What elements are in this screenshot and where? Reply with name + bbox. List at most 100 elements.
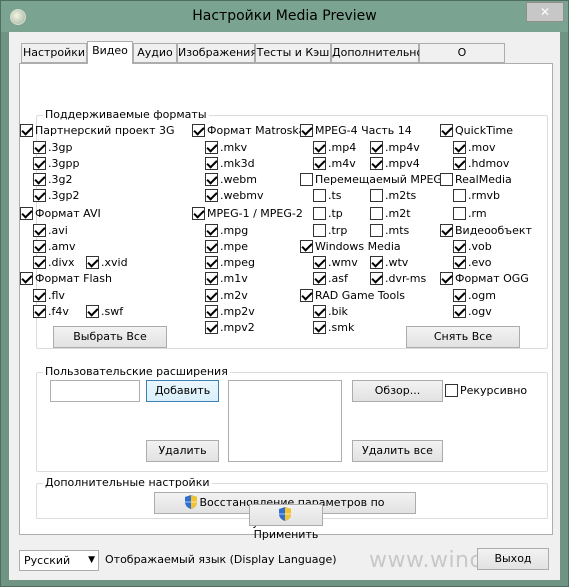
- checkbox-box[interactable]: [33, 256, 46, 269]
- format-checkbox[interactable]: .m4v: [313, 157, 356, 171]
- format-checkbox[interactable]: .divx: [33, 256, 75, 270]
- format-checkbox[interactable]: MPEG-4 Часть 14: [300, 124, 412, 138]
- checkbox-box[interactable]: [453, 256, 466, 269]
- checkbox-box[interactable]: [313, 207, 326, 220]
- checkbox-box[interactable]: [205, 173, 218, 186]
- checkbox-box[interactable]: [300, 289, 313, 302]
- checkbox-box[interactable]: [313, 157, 326, 170]
- checkbox-box[interactable]: [440, 124, 453, 137]
- format-checkbox[interactable]: Видеообъект: [440, 224, 532, 238]
- format-checkbox[interactable]: .mts: [370, 224, 409, 238]
- checkbox-box[interactable]: [205, 321, 218, 334]
- checkbox-box[interactable]: [440, 224, 453, 237]
- format-checkbox[interactable]: .ogv: [453, 305, 492, 319]
- format-checkbox[interactable]: Формат OGG: [440, 272, 529, 286]
- checkbox-box[interactable]: [300, 240, 313, 253]
- checkbox-box[interactable]: [205, 256, 218, 269]
- checkbox-box[interactable]: [205, 189, 218, 202]
- browse-button[interactable]: Обзор...: [352, 380, 443, 402]
- format-checkbox[interactable]: .mpv4: [370, 157, 420, 171]
- format-checkbox[interactable]: .mkv: [205, 141, 247, 155]
- checkbox-box[interactable]: [86, 256, 99, 269]
- format-checkbox[interactable]: .wmv: [313, 256, 358, 270]
- checkbox-box[interactable]: [20, 124, 33, 137]
- format-checkbox[interactable]: .dvr-ms: [370, 272, 426, 286]
- format-checkbox[interactable]: Формат AVI: [20, 207, 101, 221]
- tab-6[interactable]: Дополнительно: [331, 43, 423, 63]
- format-checkbox[interactable]: .3gp2: [33, 189, 79, 203]
- exit-button[interactable]: Выход: [477, 548, 549, 570]
- checkbox-box[interactable]: [205, 141, 218, 154]
- format-checkbox[interactable]: .rm: [453, 207, 487, 221]
- checkbox-box[interactable]: [453, 240, 466, 253]
- format-checkbox[interactable]: .hdmov: [453, 157, 509, 171]
- recursive-checkbox-box[interactable]: [445, 384, 458, 397]
- checkbox-box[interactable]: [33, 157, 46, 170]
- checkbox-box[interactable]: [370, 157, 383, 170]
- remove-all-button[interactable]: Удалить все: [352, 440, 443, 462]
- format-checkbox[interactable]: .m2t: [370, 207, 411, 221]
- format-checkbox[interactable]: .mp4: [313, 141, 356, 155]
- format-checkbox[interactable]: .webmv: [205, 189, 263, 203]
- checkbox-box[interactable]: [33, 289, 46, 302]
- format-checkbox[interactable]: .mp4v: [370, 141, 420, 155]
- format-checkbox[interactable]: .m2v: [205, 289, 248, 303]
- tab-1[interactable]: Настройки: [21, 43, 87, 63]
- add-button[interactable]: Добавить: [146, 380, 219, 402]
- checkbox-box[interactable]: [453, 207, 466, 220]
- format-checkbox[interactable]: .f4v: [33, 305, 69, 319]
- checkbox-box[interactable]: [370, 141, 383, 154]
- checkbox-box[interactable]: [33, 173, 46, 186]
- format-checkbox[interactable]: Windows Media: [300, 240, 401, 254]
- tab-7[interactable]: О программе...: [419, 43, 505, 77]
- checkbox-box[interactable]: [86, 305, 99, 318]
- format-checkbox[interactable]: .mpe: [205, 240, 248, 254]
- checkbox-box[interactable]: [205, 305, 218, 318]
- format-checkbox[interactable]: .mov: [453, 141, 495, 155]
- format-checkbox[interactable]: .ts: [313, 189, 342, 203]
- checkbox-box[interactable]: [313, 256, 326, 269]
- format-checkbox[interactable]: .bik: [313, 305, 348, 319]
- checkbox-box[interactable]: [313, 141, 326, 154]
- format-checkbox[interactable]: .amv: [33, 240, 75, 254]
- format-checkbox[interactable]: .3g2: [33, 173, 72, 187]
- format-checkbox[interactable]: .vob: [453, 240, 492, 254]
- format-checkbox[interactable]: .wtv: [370, 256, 408, 270]
- checkbox-box[interactable]: [313, 305, 326, 318]
- apply-button[interactable]: Применить: [249, 504, 323, 541]
- checkbox-box[interactable]: [453, 289, 466, 302]
- recursive-checkbox[interactable]: Рекурсивно: [445, 384, 527, 398]
- format-checkbox[interactable]: .3gpp: [33, 157, 79, 171]
- format-checkbox[interactable]: .tp: [313, 207, 343, 221]
- checkbox-box[interactable]: [453, 157, 466, 170]
- checkbox-box[interactable]: [440, 272, 453, 285]
- checkbox-box[interactable]: [313, 189, 326, 202]
- checkbox-box[interactable]: [453, 189, 466, 202]
- format-checkbox[interactable]: .avi: [33, 224, 68, 238]
- format-checkbox[interactable]: .3gp: [33, 141, 72, 155]
- checkbox-box[interactable]: [33, 305, 46, 318]
- tab-4[interactable]: Изображения: [177, 43, 257, 63]
- format-checkbox[interactable]: .m1v: [205, 272, 248, 286]
- format-checkbox[interactable]: Формат Matroska: [192, 124, 305, 138]
- format-checkbox[interactable]: .webm: [205, 173, 257, 187]
- language-dropdown[interactable]: Русский ▼: [19, 550, 99, 571]
- checkbox-box[interactable]: [370, 189, 383, 202]
- format-checkbox[interactable]: MPEG-1 / MPEG-2: [192, 207, 303, 221]
- checkbox-box[interactable]: [370, 224, 383, 237]
- tab-5[interactable]: Тесты и Кэш: [255, 43, 331, 63]
- format-checkbox[interactable]: Перемещаемый MPEG: [300, 173, 442, 187]
- checkbox-box[interactable]: [33, 224, 46, 237]
- format-checkbox[interactable]: .mk3d: [205, 157, 255, 171]
- checkbox-box[interactable]: [20, 272, 33, 285]
- checkbox-box[interactable]: [205, 289, 218, 302]
- remove-button[interactable]: Удалить: [146, 440, 219, 462]
- format-checkbox[interactable]: RAD Game Tools: [300, 289, 405, 303]
- checkbox-box[interactable]: [370, 207, 383, 220]
- format-checkbox[interactable]: .xvid: [86, 256, 128, 270]
- format-checkbox[interactable]: .smk: [313, 321, 354, 335]
- close-button[interactable]: ✕: [526, 2, 564, 22]
- format-checkbox[interactable]: QuickTime: [440, 124, 513, 138]
- format-checkbox[interactable]: Формат Flash: [20, 272, 112, 286]
- format-checkbox[interactable]: .evo: [453, 256, 492, 270]
